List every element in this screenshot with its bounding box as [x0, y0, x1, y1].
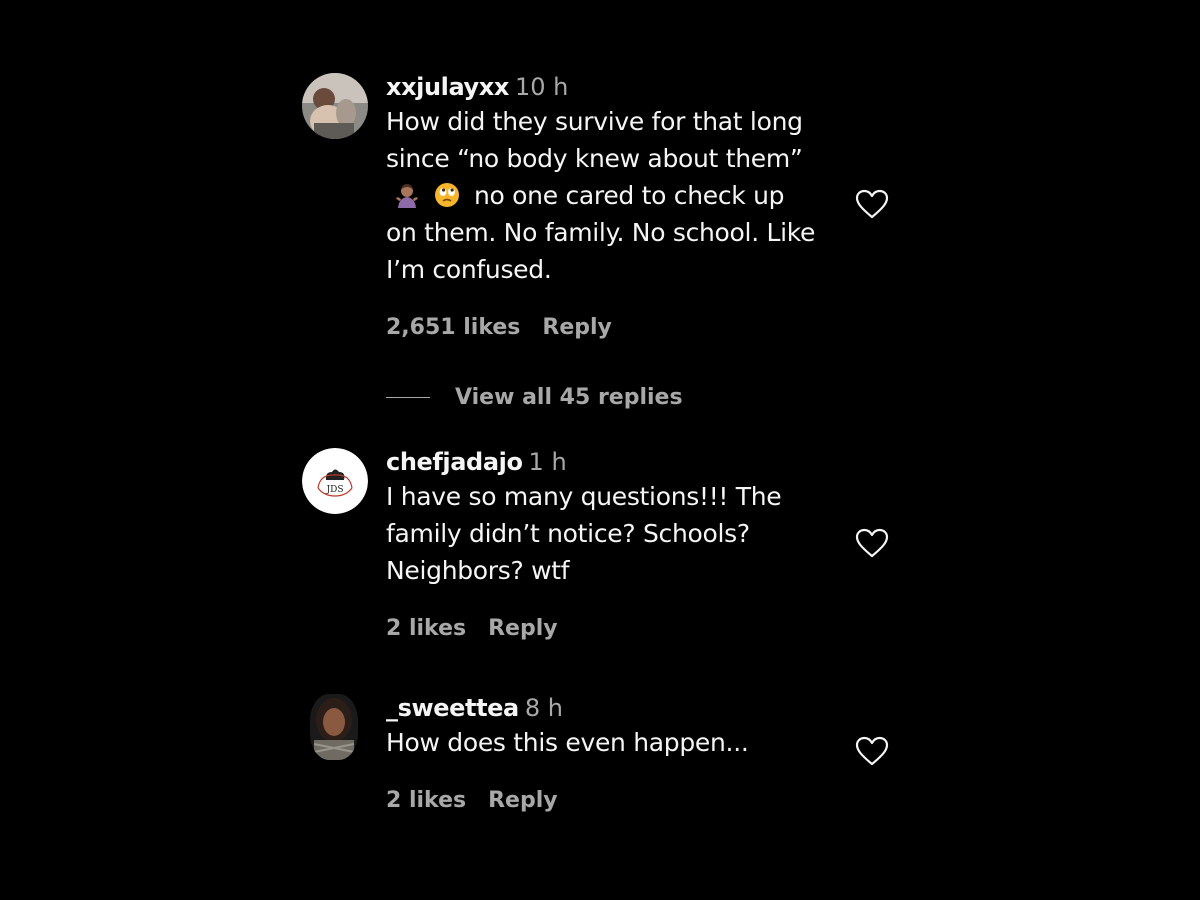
comment-header: xxjulayxx 10 h [386, 73, 846, 101]
avatar[interactable] [302, 73, 368, 139]
comment-header: chefjadajo 1 h [386, 448, 846, 476]
comment-content: xxjulayxx 10 h How did they survive for t… [386, 73, 846, 340]
view-replies-row[interactable]: View all 45 replies [386, 380, 683, 414]
username[interactable]: chefjadajo [386, 448, 523, 476]
username[interactable]: xxjulayxx [386, 73, 509, 101]
comment-text: I have so many questions!!! The family d… [386, 478, 846, 589]
comment-actions: 2 likes Reply [386, 616, 558, 641]
face-with-rolling-eyes-emoji [434, 182, 460, 208]
timestamp: 10 h [514, 73, 569, 101]
comment-actions: 2 likes Reply [386, 788, 558, 813]
username[interactable]: _sweettea [386, 694, 519, 722]
reply-button[interactable]: Reply [488, 616, 558, 641]
view-replies-button[interactable]: View all 45 replies [455, 385, 683, 410]
logo-text: JDS [326, 485, 344, 495]
comment-text-line: on them. No family. No school. Like [386, 218, 816, 247]
comment-text-line: How does this even happen... [386, 728, 749, 757]
like-heart-icon[interactable] [855, 528, 889, 558]
replies-divider [386, 396, 430, 398]
timestamp: 1 h [528, 448, 567, 476]
likes-count[interactable]: 2 likes [386, 788, 466, 813]
avatar[interactable] [310, 694, 358, 760]
comment-text-line: no one cared to check up [386, 177, 846, 214]
timestamp: 8 h [524, 694, 563, 722]
comment-text-line: I have so many questions!!! The [386, 482, 782, 511]
comment-actions: 2,651 likes Reply [386, 315, 612, 340]
likes-count[interactable]: 2,651 likes [386, 315, 520, 340]
reply-button[interactable]: Reply [542, 315, 612, 340]
comment-content: _sweettea 8 h How does this even happen..… [386, 694, 846, 813]
avatar[interactable]: JDS [302, 448, 368, 514]
comment-text-line: How did they survive for that long [386, 107, 803, 136]
reply-button[interactable]: Reply [488, 788, 558, 813]
comment-content: chefjadajo 1 h I have so many questions!!… [386, 448, 846, 641]
comment-text-line: family didn’t notice? Schools? [386, 519, 750, 548]
comment-text-line: I’m confused. [386, 255, 552, 284]
comment-text: How does this even happen... [386, 724, 846, 761]
like-heart-icon[interactable] [855, 736, 889, 766]
comment-text-line: Neighbors? wtf [386, 556, 570, 585]
woman-shrugging-emoji [394, 182, 420, 208]
comment-text: How did they survive for that long since… [386, 103, 846, 288]
comment-header: _sweettea 8 h [386, 694, 846, 722]
like-heart-icon[interactable] [855, 189, 889, 219]
comment-text-line: since “no body knew about them” [386, 144, 803, 173]
likes-count[interactable]: 2 likes [386, 616, 466, 641]
comment-text-segment: no one cared to check up [474, 181, 785, 210]
